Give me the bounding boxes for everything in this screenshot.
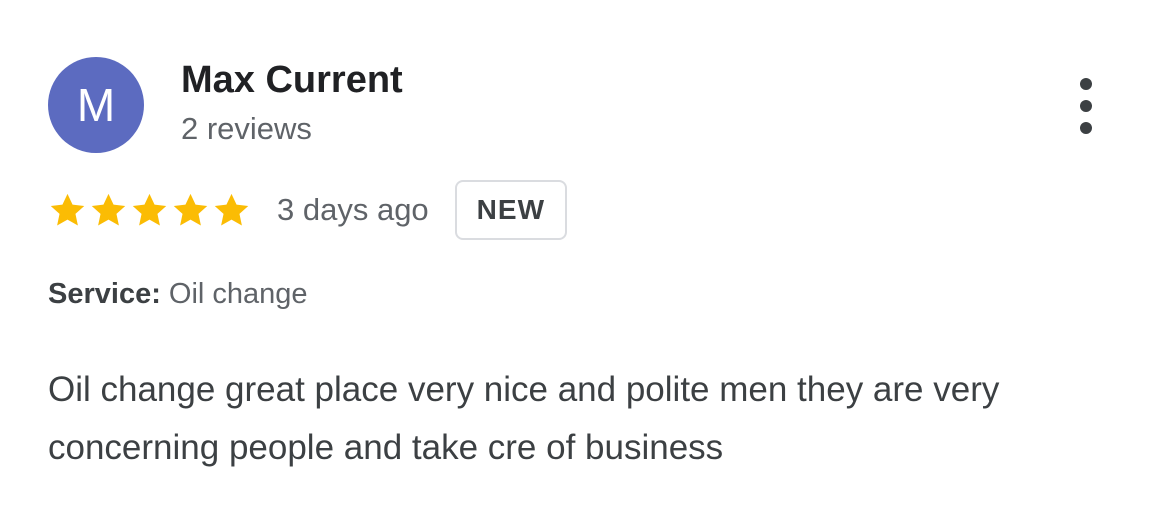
avatar-initial: M xyxy=(76,79,116,131)
review-card: M Max Current 2 reviews 3 days ago NEW S… xyxy=(0,0,1170,511)
service-line: Service: Oil change xyxy=(48,278,308,311)
more-options-button[interactable] xyxy=(1066,78,1106,134)
star-icon xyxy=(132,193,167,225)
avatar[interactable]: M xyxy=(48,57,144,153)
more-vert-icon xyxy=(1080,78,1092,90)
reviewer-name[interactable]: Max Current xyxy=(181,58,403,104)
rating-row: 3 days ago NEW xyxy=(48,178,567,242)
star-icon xyxy=(50,193,85,225)
reviewer-review-count: 2 reviews xyxy=(181,111,312,146)
review-date: 3 days ago xyxy=(277,192,429,227)
star-icon xyxy=(173,193,208,225)
star-icon xyxy=(91,193,126,225)
review-text: Oil change great place very nice and pol… xyxy=(48,370,1000,467)
service-label: Service: xyxy=(48,278,161,310)
more-vert-icon-dot xyxy=(1080,100,1092,112)
star-icon xyxy=(214,193,249,225)
service-value: Oil change xyxy=(168,278,308,310)
new-badge: NEW xyxy=(454,180,567,240)
star-rating xyxy=(48,191,253,230)
more-vert-icon-dot xyxy=(1080,122,1092,134)
